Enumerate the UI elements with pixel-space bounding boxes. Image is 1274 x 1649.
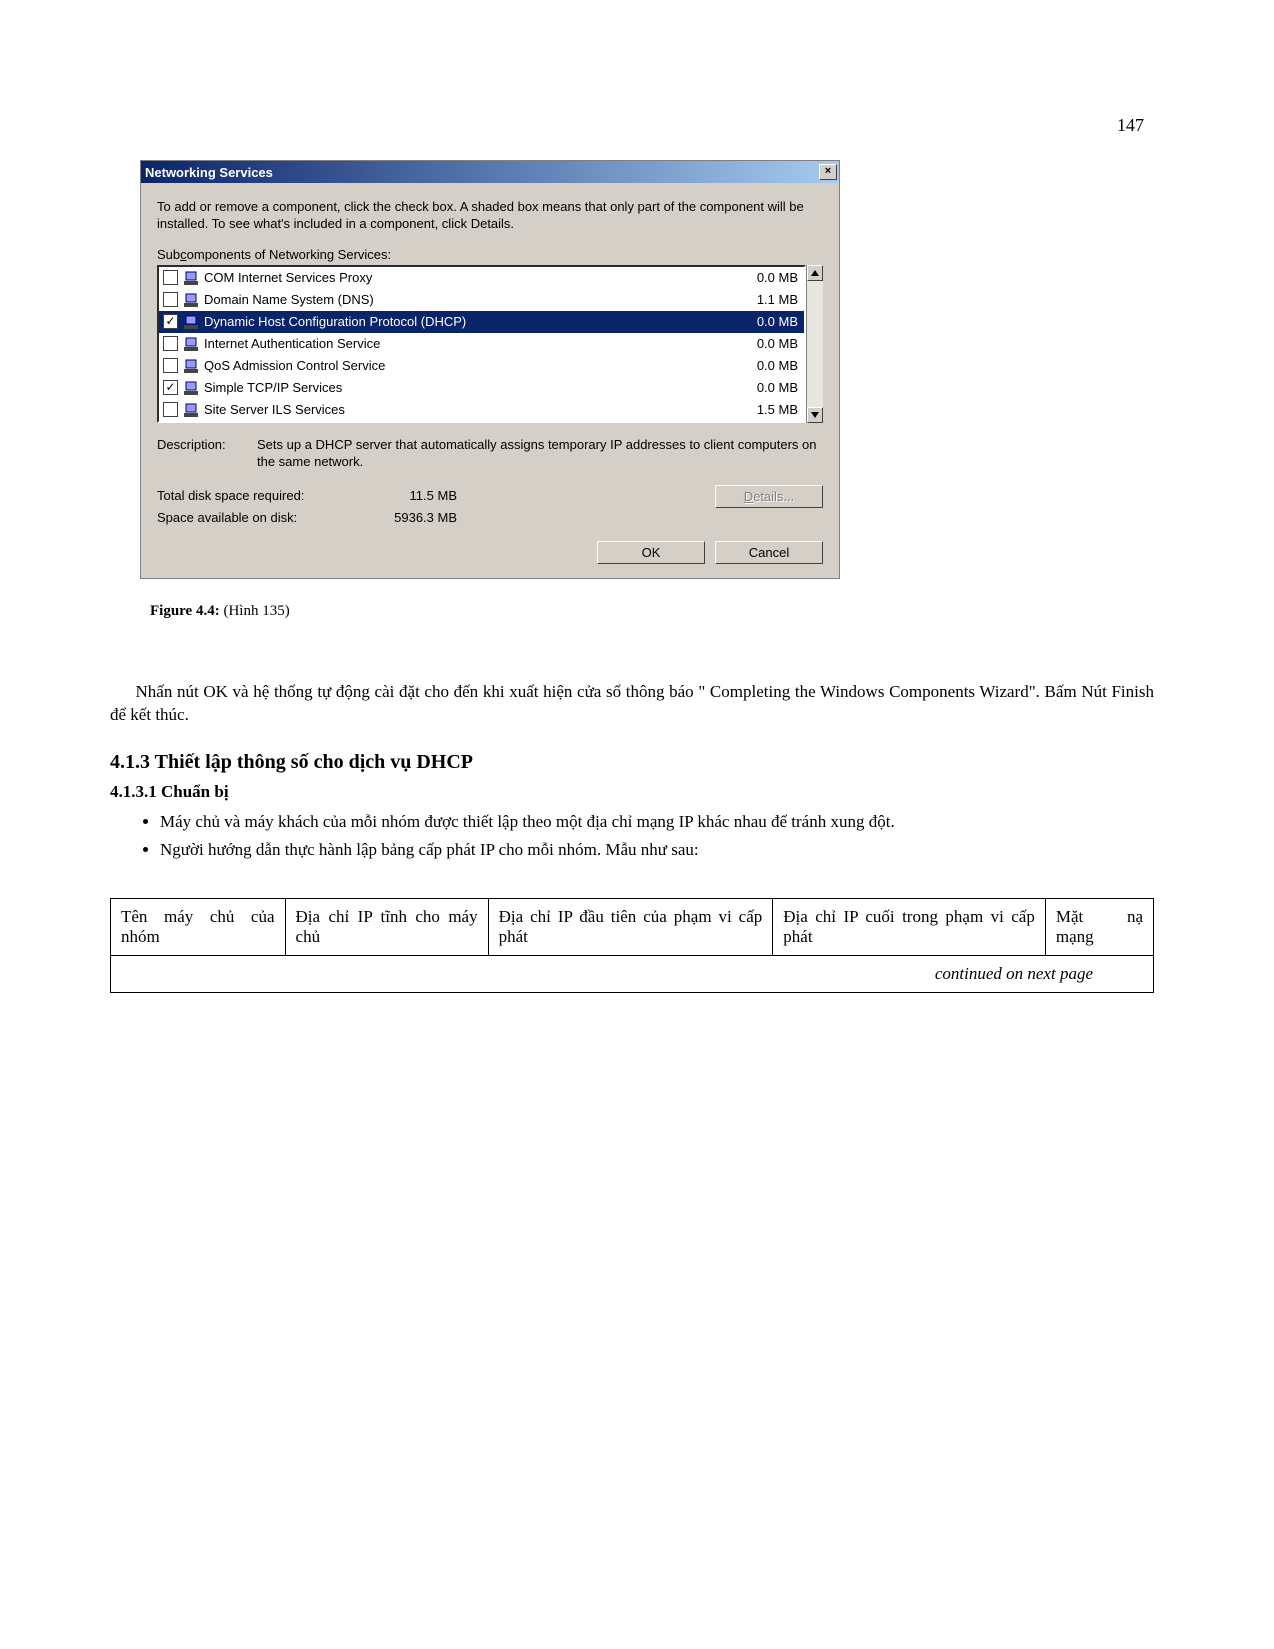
- bullet-list: Máy chủ và máy khách của mỗi nhóm được t…: [140, 810, 1154, 862]
- item-label: COM Internet Services Proxy: [204, 270, 757, 285]
- list-item: Người hướng dẫn thực hành lập bảng cấp p…: [160, 838, 1154, 862]
- item-size: 0.0 MB: [757, 358, 800, 373]
- subsection-heading: 4.1.3.1 Chuẩn bị: [110, 782, 1154, 802]
- checkbox[interactable]: [163, 358, 178, 373]
- networking-services-dialog: Networking Services × To add or remove a…: [140, 160, 840, 579]
- table-header-cell: Địa chỉ IP tĩnh cho máy chủ: [285, 898, 488, 955]
- body-paragraph: Nhấn nút OK và hệ thống tự động cài đặt …: [110, 680, 1154, 728]
- component-icon: [184, 402, 200, 418]
- description-label: Description:: [157, 437, 257, 471]
- page-number: 147: [1117, 115, 1144, 136]
- table-header-cell: Tên máy chủ của nhóm: [111, 898, 286, 955]
- item-size: 0.0 MB: [757, 380, 800, 395]
- vertical-scrollbar[interactable]: [806, 265, 823, 423]
- scroll-track[interactable]: [807, 281, 823, 407]
- table-header-cell: Địa chỉ IP cuối trong phạm vi cấp phát: [773, 898, 1046, 955]
- scroll-up-button[interactable]: [807, 265, 823, 281]
- item-label: QoS Admission Control Service: [204, 358, 757, 373]
- ok-button[interactable]: OK: [597, 541, 705, 564]
- section-heading: 4.1.3 Thiết lập thông số cho dịch vụ DHC…: [110, 751, 1154, 774]
- continued-cell: continued on next page: [111, 955, 1154, 992]
- list-item[interactable]: Internet Authentication Service 0.0 MB: [159, 333, 804, 355]
- cancel-button[interactable]: Cancel: [715, 541, 823, 564]
- list-item: Máy chủ và máy khách của mỗi nhóm được t…: [160, 810, 1154, 834]
- description-text: Sets up a DHCP server that automatically…: [257, 437, 823, 471]
- component-icon: [184, 380, 200, 396]
- table-row: Tên máy chủ của nhóm Địa chỉ IP tĩnh cho…: [111, 898, 1154, 955]
- dialog-instruction: To add or remove a component, click the …: [157, 199, 823, 233]
- checkbox[interactable]: [163, 336, 178, 351]
- item-label: Site Server ILS Services: [204, 402, 757, 417]
- details-button[interactable]: Details...: [715, 485, 823, 508]
- close-button[interactable]: ×: [819, 164, 837, 180]
- table-row: continued on next page: [111, 955, 1154, 992]
- figure-caption: Figure 4.4: (Hình 135): [150, 603, 1154, 620]
- component-icon: [184, 358, 200, 374]
- checkbox[interactable]: [163, 292, 178, 307]
- available-space-label: Space available on disk:: [157, 507, 367, 529]
- checkbox[interactable]: ✓: [163, 314, 178, 329]
- item-label: Simple TCP/IP Services: [204, 380, 757, 395]
- checkbox[interactable]: [163, 270, 178, 285]
- close-icon: ×: [825, 165, 831, 177]
- item-label: Internet Authentication Service: [204, 336, 757, 351]
- component-icon: [184, 270, 200, 286]
- list-item[interactable]: COM Internet Services Proxy 0.0 MB: [159, 267, 804, 289]
- list-item[interactable]: QoS Admission Control Service 0.0 MB: [159, 355, 804, 377]
- chevron-down-icon: [811, 412, 819, 418]
- total-space-label: Total disk space required:: [157, 485, 367, 507]
- subcomponents-label: Subcomponents of Networking Services:: [157, 247, 823, 262]
- component-icon: [184, 336, 200, 352]
- item-size: 1.5 MB: [757, 402, 800, 417]
- item-label: Domain Name System (DNS): [204, 292, 757, 307]
- item-size: 0.0 MB: [757, 336, 800, 351]
- subcomponents-listbox[interactable]: COM Internet Services Proxy 0.0 MB Domai…: [157, 265, 806, 423]
- item-size: 0.0 MB: [757, 314, 800, 329]
- component-icon: [184, 314, 200, 330]
- dialog-title: Networking Services: [145, 165, 273, 180]
- table-header-cell: Mặt nạ mạng: [1045, 898, 1153, 955]
- item-label: Dynamic Host Configuration Protocol (DHC…: [204, 314, 757, 329]
- total-space-value: 11.5 MB: [367, 485, 457, 507]
- item-size: 0.0 MB: [757, 270, 800, 285]
- checkbox[interactable]: ✓: [163, 380, 178, 395]
- list-item[interactable]: ✓ Dynamic Host Configuration Protocol (D…: [159, 311, 804, 333]
- ip-allocation-table: Tên máy chủ của nhóm Địa chỉ IP tĩnh cho…: [110, 898, 1154, 993]
- available-space-value: 5936.3 MB: [367, 507, 457, 529]
- dialog-titlebar: Networking Services ×: [141, 161, 839, 183]
- chevron-up-icon: [811, 270, 819, 276]
- list-item[interactable]: Site Server ILS Services 1.5 MB: [159, 399, 804, 421]
- item-size: 1.1 MB: [757, 292, 800, 307]
- table-header-cell: Địa chỉ IP đầu tiên của phạm vi cấp phát: [488, 898, 773, 955]
- checkbox[interactable]: [163, 402, 178, 417]
- component-icon: [184, 292, 200, 308]
- list-item[interactable]: Domain Name System (DNS) 1.1 MB: [159, 289, 804, 311]
- list-item[interactable]: ✓ Simple TCP/IP Services 0.0 MB: [159, 377, 804, 399]
- scroll-down-button[interactable]: [807, 407, 823, 423]
